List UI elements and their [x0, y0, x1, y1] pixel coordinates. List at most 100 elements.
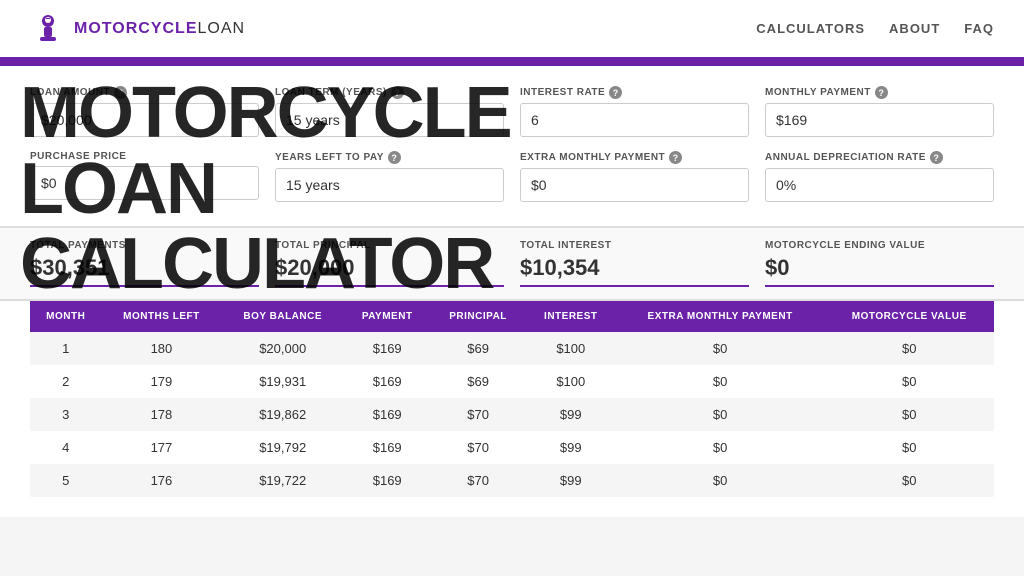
- monthly-payment-input[interactable]: [765, 103, 994, 137]
- table-cell: $0: [616, 332, 825, 365]
- table-row: 3178$19,862$169$70$99$0$0: [30, 398, 994, 431]
- table-row: 1180$20,000$169$69$100$0$0: [30, 332, 994, 365]
- table-cell: 180: [101, 332, 221, 365]
- table-cell: $69: [430, 365, 525, 398]
- ending-value-result: MOTORCYCLE ENDING VALUE $0: [765, 240, 994, 287]
- interest-rate-group: INTEREST RATE ?: [520, 86, 749, 137]
- col-extra-monthly: EXTRA MONTHLY PAYMENT: [616, 301, 825, 332]
- col-payment: PAYMENT: [344, 301, 430, 332]
- interest-rate-input[interactable]: [520, 103, 749, 137]
- annual-depreciation-help-icon[interactable]: ?: [930, 151, 943, 164]
- logo-icon: [30, 11, 66, 47]
- extra-monthly-label: EXTRA MONTHLY PAYMENT ?: [520, 151, 749, 164]
- ending-value-value: $0: [765, 255, 994, 287]
- logo-text: MOTORCYCLELOAN: [74, 20, 245, 38]
- amortization-table-section: MONTH MONTHS LEFT BOY BALANCE PAYMENT PR…: [0, 301, 1024, 517]
- main-nav: CALCULATORS ABOUT FAQ: [756, 21, 994, 36]
- table-row: 5176$19,722$169$70$99$0$0: [30, 464, 994, 497]
- table-cell: $0: [824, 332, 994, 365]
- table-cell: 177: [101, 431, 221, 464]
- amortization-table: MONTH MONTHS LEFT BOY BALANCE PAYMENT PR…: [30, 301, 994, 497]
- table-cell: $69: [430, 332, 525, 365]
- ending-value-label: MOTORCYCLE ENDING VALUE: [765, 240, 994, 251]
- col-principal: PRINCIPAL: [430, 301, 525, 332]
- purchase-price-group: PURCHASE PRICE: [30, 151, 259, 202]
- logo: MOTORCYCLELOAN: [30, 11, 245, 47]
- purchase-price-input[interactable]: [30, 166, 259, 200]
- interest-rate-help-icon[interactable]: ?: [609, 86, 622, 99]
- total-payments-value: $30,351: [30, 255, 259, 287]
- table-cell: $70: [430, 398, 525, 431]
- table-cell: $0: [616, 398, 825, 431]
- table-cell: $169: [344, 431, 430, 464]
- total-interest-value: $10,354: [520, 255, 749, 287]
- table-cell: $99: [526, 464, 616, 497]
- table-row: 2179$19,931$169$69$100$0$0: [30, 365, 994, 398]
- nav-about[interactable]: ABOUT: [889, 21, 940, 36]
- years-left-label: YEARS LEFT TO PAY ?: [275, 151, 504, 164]
- table-cell: $20,000: [221, 332, 344, 365]
- table-row: 4177$19,792$169$70$99$0$0: [30, 431, 994, 464]
- table-cell: $169: [344, 332, 430, 365]
- table-cell: $169: [344, 464, 430, 497]
- monthly-payment-help-icon[interactable]: ?: [875, 86, 888, 99]
- total-principal-value: $20,000: [275, 255, 504, 287]
- annual-depreciation-input[interactable]: [765, 168, 994, 202]
- col-motorcycle-value: MOTORCYCLE VALUE: [824, 301, 994, 332]
- extra-monthly-group: EXTRA MONTHLY PAYMENT ?: [520, 151, 749, 202]
- total-payments-label: TOTAL PAYMENTS: [30, 240, 259, 251]
- years-left-input[interactable]: [275, 168, 504, 202]
- table-cell: $100: [526, 332, 616, 365]
- results-section: TOTAL PAYMENTS $30,351 TOTAL PRINCIPAL $…: [0, 228, 1024, 301]
- table-cell: $99: [526, 398, 616, 431]
- loan-term-input[interactable]: [275, 103, 504, 137]
- total-interest-label: TOTAL INTEREST: [520, 240, 749, 251]
- loan-amount-help-icon[interactable]: ?: [114, 86, 127, 99]
- hero-section: MOTORCYCLELOANCALCULATOR LOAN AMOUNT ? L…: [0, 66, 1024, 228]
- table-cell: $70: [430, 464, 525, 497]
- extra-monthly-input[interactable]: [520, 168, 749, 202]
- table-cell: $19,792: [221, 431, 344, 464]
- col-interest: INTEREST: [526, 301, 616, 332]
- table-cell: $169: [344, 365, 430, 398]
- loan-term-label: LOAN TERM (YEARS) ?: [275, 86, 504, 99]
- total-interest-result: TOTAL INTEREST $10,354: [520, 240, 749, 287]
- table-cell: 2: [30, 365, 101, 398]
- table-cell: $19,862: [221, 398, 344, 431]
- table-cell: $0: [824, 464, 994, 497]
- table-cell: $169: [344, 398, 430, 431]
- table-cell: 178: [101, 398, 221, 431]
- table-cell: 176: [101, 464, 221, 497]
- table-cell: 179: [101, 365, 221, 398]
- table-cell: $0: [616, 365, 825, 398]
- annual-depreciation-group: ANNUAL DEPRECIATION RATE ?: [765, 151, 994, 202]
- table-cell: 1: [30, 332, 101, 365]
- total-payments-result: TOTAL PAYMENTS $30,351: [30, 240, 259, 287]
- nav-calculators[interactable]: CALCULATORS: [756, 21, 865, 36]
- monthly-payment-label: MONTHLY PAYMENT ?: [765, 86, 994, 99]
- header: MOTORCYCLELOAN CALCULATORS ABOUT FAQ: [0, 0, 1024, 60]
- nav-faq[interactable]: FAQ: [964, 21, 994, 36]
- loan-term-group: LOAN TERM (YEARS) ?: [275, 86, 504, 137]
- years-left-group: YEARS LEFT TO PAY ?: [275, 151, 504, 202]
- monthly-payment-group: MONTHLY PAYMENT ?: [765, 86, 994, 137]
- table-cell: 3: [30, 398, 101, 431]
- years-left-help-icon[interactable]: ?: [388, 151, 401, 164]
- table-cell: $19,722: [221, 464, 344, 497]
- interest-rate-label: INTEREST RATE ?: [520, 86, 749, 99]
- table-cell: 5: [30, 464, 101, 497]
- table-body: 1180$20,000$169$69$100$0$02179$19,931$16…: [30, 332, 994, 497]
- loan-term-help-icon[interactable]: ?: [391, 86, 404, 99]
- extra-monthly-help-icon[interactable]: ?: [669, 151, 682, 164]
- loan-amount-input[interactable]: [30, 103, 259, 137]
- total-principal-result: TOTAL PRINCIPAL $20,000: [275, 240, 504, 287]
- table-header-row: MONTH MONTHS LEFT BOY BALANCE PAYMENT PR…: [30, 301, 994, 332]
- table-cell: $0: [824, 431, 994, 464]
- annual-depreciation-label: ANNUAL DEPRECIATION RATE ?: [765, 151, 994, 164]
- table-header: MONTH MONTHS LEFT BOY BALANCE PAYMENT PR…: [30, 301, 994, 332]
- table-cell: $0: [824, 365, 994, 398]
- table-cell: 4: [30, 431, 101, 464]
- total-principal-label: TOTAL PRINCIPAL: [275, 240, 504, 251]
- table-cell: $0: [616, 431, 825, 464]
- inputs-row-2: PURCHASE PRICE YEARS LEFT TO PAY ? EXTRA…: [30, 151, 994, 202]
